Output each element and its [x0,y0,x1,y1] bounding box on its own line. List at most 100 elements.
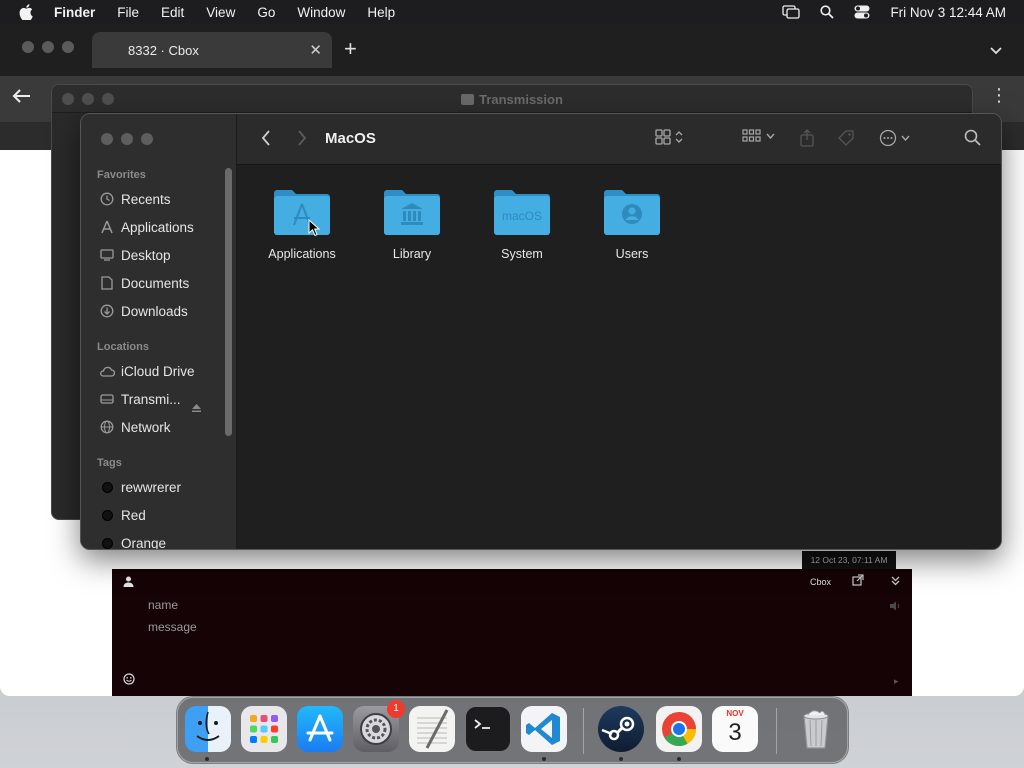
spotlight-search-icon[interactable] [820,5,835,19]
dock-separator [776,708,777,754]
finder-window-controls [101,133,153,145]
sidebar-item-applications[interactable]: Applications [99,216,194,238]
menu-go[interactable]: Go [257,5,275,20]
folder-library[interactable]: Library [362,187,462,261]
tab-close-icon[interactable]: ✕ [309,41,322,59]
sidebar-item-downloads[interactable]: Downloads [99,300,188,322]
eject-icon[interactable] [191,400,202,418]
browser-window-controls [22,41,74,53]
more-actions-icon[interactable] [879,129,910,147]
external-link-icon[interactable] [852,574,864,589]
dock-running-indicator [619,757,623,761]
user-icon[interactable] [123,576,134,590]
group-by-icon[interactable] [742,129,775,143]
new-tab-button[interactable]: + [344,36,357,62]
calendar-month: NOV [726,709,744,718]
sidebar-item-desktop[interactable]: Desktop [99,244,171,266]
back-chevron-icon[interactable] [261,130,271,151]
browser-tab[interactable]: 8332 · Cbox ✕ [92,32,332,68]
dock-app-store-icon[interactable] [297,706,343,752]
chat-name-field[interactable]: name [148,598,178,612]
finder-zoom-button[interactable] [141,133,153,145]
menu-window[interactable]: Window [297,5,345,20]
menu-view[interactable]: View [206,5,235,20]
browser-menu-icon[interactable]: ⋮ [990,86,1008,104]
browser-tab-title: 8332 · Cbox [128,43,199,58]
folder-users[interactable]: Users [582,187,682,261]
tags-heading: Tags [97,457,122,469]
search-icon[interactable] [964,129,981,146]
sidebar-item-network[interactable]: Network [99,416,171,438]
chat-brand-link[interactable]: Cbox [810,577,831,587]
document-icon [99,276,115,290]
transmission-title: Transmission [52,92,972,107]
tag-dot-icon [101,481,113,493]
finder-minimize-button[interactable] [121,133,133,145]
applications-folder-icon [274,190,330,235]
sidebar-tag-orange[interactable]: Orange [99,532,166,549]
dock-calendar-icon[interactable]: NOV 3 [712,706,758,752]
transmission-disk-icon [461,94,475,105]
apple-menu-icon[interactable] [18,4,34,20]
menu-clock[interactable]: Fri Nov 3 12:44 AM [890,5,1006,20]
sidebar-item-icloud-drive[interactable]: iCloud Drive [99,360,195,382]
menu-edit[interactable]: Edit [161,5,184,20]
cloud-icon [99,366,115,377]
finder-window: Favorites Recents Applications Desktop D… [80,113,1002,550]
dock-launchpad-icon[interactable] [241,706,287,752]
sidebar-item-recents[interactable]: Recents [99,188,171,210]
download-icon [99,304,115,318]
back-arrow-icon[interactable] [12,88,32,109]
collapse-chevron-icon[interactable] [891,575,900,589]
close-window-button[interactable] [22,41,34,53]
dock-finder-icon[interactable] [185,706,231,752]
sidebar-scrollbar[interactable] [225,168,232,436]
dock-trash-icon[interactable] [793,706,839,752]
sidebar-item-documents[interactable]: Documents [99,272,189,294]
desktop-icon [99,249,115,261]
sidebar-item-transmission-disk[interactable]: Transmi... [99,388,181,410]
icon-view-toggle-icon[interactable] [655,129,683,145]
control-center-icon[interactable] [854,5,870,19]
folder-system[interactable]: macOS System [472,187,572,261]
svg-text:macOS: macOS [502,209,542,223]
dock-textedit-icon[interactable] [409,706,455,752]
zoom-window-button[interactable] [62,41,74,53]
mouse-pointer-icon [308,218,321,242]
menu-file[interactable]: File [117,5,139,20]
finder-sidebar: Favorites Recents Applications Desktop D… [81,114,237,549]
finder-close-button[interactable] [101,133,113,145]
sound-icon[interactable] [889,600,901,614]
dock-vscode-icon[interactable] [521,706,567,752]
dock-terminal-icon[interactable] [465,706,511,752]
chat-widget: Cbox name message ▸ [112,569,912,696]
dock-running-indicator [205,757,209,761]
dock-running-indicator [677,757,681,761]
send-arrow-icon[interactable]: ▸ [894,676,899,687]
minimize-window-button[interactable] [42,41,54,53]
tab-search-chevron-icon[interactable] [990,42,1002,60]
library-folder-icon [384,190,440,235]
notification-badge: 1 [387,700,405,718]
dock-chrome-icon[interactable] [656,706,702,752]
chat-message-field[interactable]: message [148,620,197,634]
locations-heading: Locations [97,341,149,353]
screen-mirroring-icon[interactable] [782,5,801,19]
finder-title: MacOS [325,130,376,147]
dock-separator [583,708,584,754]
forward-chevron-icon[interactable] [297,130,307,151]
dock-steam-icon[interactable] [598,706,644,752]
disk-icon [99,394,115,404]
menu-app-name[interactable]: Finder [54,5,95,20]
system-folder-icon: macOS [494,190,550,235]
dock-running-indicator [542,757,546,761]
sidebar-tag-rewwrerer[interactable]: rewwrerer [99,476,181,498]
dock-system-settings-icon[interactable]: 1 [353,700,405,752]
menu-help[interactable]: Help [367,5,395,20]
sidebar-tag-red[interactable]: Red [99,504,146,526]
emoji-icon[interactable] [123,673,135,688]
tag-icon[interactable] [837,129,855,147]
share-icon[interactable] [799,129,815,147]
folder-applications[interactable]: Applications [252,187,352,261]
menu-bar: Finder File Edit View Go Window Help Fri… [0,0,1024,24]
